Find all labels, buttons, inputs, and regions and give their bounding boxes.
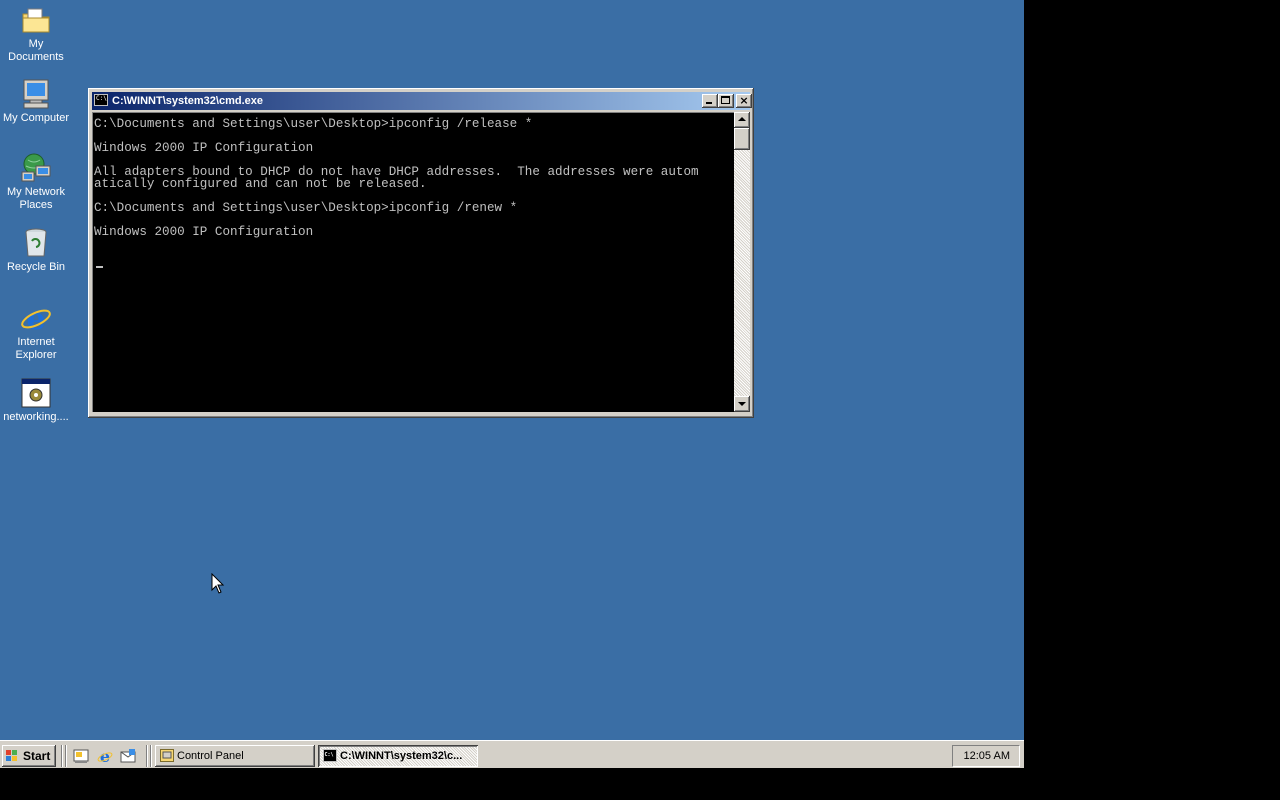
svg-text:e: e xyxy=(26,302,45,334)
scroll-up-button[interactable] xyxy=(734,112,750,128)
taskbar-button-cmd[interactable]: C:\ C:\WINNT\system32\c... xyxy=(318,745,478,767)
arrow-up-icon xyxy=(738,117,746,121)
arrow-down-icon xyxy=(738,402,746,406)
vertical-scrollbar[interactable] xyxy=(734,112,750,412)
desktop-icon-networking[interactable]: networking.... xyxy=(0,377,72,424)
close-button[interactable]: × xyxy=(736,94,752,108)
desktop-icon-my-computer[interactable]: My Computer xyxy=(0,78,72,125)
cmd-window[interactable]: C:\ C:\WINNT\system32\cmd.exe × C:\Docum… xyxy=(88,88,754,418)
close-icon: × xyxy=(739,94,749,107)
desktop-icon-label: My Network Places xyxy=(6,186,66,211)
maximize-icon xyxy=(721,96,730,104)
cmd-app-icon: C:\ xyxy=(323,749,337,762)
minimize-icon xyxy=(706,102,712,104)
windows-logo-icon xyxy=(6,750,18,761)
shortcut-settings-icon xyxy=(20,377,52,409)
scroll-thumb[interactable] xyxy=(734,128,750,150)
desktop[interactable]: My Documents My Computer My Network Plac… xyxy=(0,0,1024,740)
taskbar-separator xyxy=(65,745,67,767)
taskbar-separator xyxy=(150,745,152,767)
taskbar-button-control-panel[interactable]: Control Panel xyxy=(155,745,315,767)
computer-icon xyxy=(20,78,52,110)
desktop-icon-label: My Documents xyxy=(8,38,64,63)
clock[interactable]: 12:05 AM xyxy=(964,749,1010,763)
task-label: Control Panel xyxy=(177,750,244,762)
desktop-icon-internet-explorer[interactable]: e Internet Explorer xyxy=(0,302,72,362)
show-desktop-icon[interactable] xyxy=(73,748,89,764)
taskbar-separator xyxy=(61,745,63,767)
system-tray: 12:05 AM xyxy=(952,745,1020,767)
desktop-icon-label: networking.... xyxy=(3,411,69,423)
outlook-express-icon[interactable] xyxy=(120,748,136,764)
desktop-icon-my-documents[interactable]: My Documents xyxy=(0,4,72,64)
maximize-button[interactable] xyxy=(718,94,734,108)
taskbar-separator xyxy=(146,745,148,767)
console-output[interactable]: C:\Documents and Settings\user\Desktop>i… xyxy=(92,112,734,412)
task-label: C:\WINNT\system32\c... xyxy=(340,750,463,762)
console-text: C:\Documents and Settings\user\Desktop>i… xyxy=(94,117,699,239)
folder-documents-icon xyxy=(20,4,52,36)
mouse-pointer-icon xyxy=(211,573,225,594)
internet-explorer-icon: e xyxy=(20,302,52,337)
start-button[interactable]: Start xyxy=(2,745,56,767)
desktop-icon-label: Internet Explorer xyxy=(15,336,57,361)
control-panel-icon xyxy=(160,749,174,762)
text-cursor xyxy=(96,266,103,268)
minimize-button[interactable] xyxy=(702,94,718,108)
window-title: C:\WINNT\system32\cmd.exe xyxy=(112,95,263,107)
network-places-icon xyxy=(20,152,52,184)
desktop-icon-my-network-places[interactable]: My Network Places xyxy=(0,152,72,212)
internet-explorer-icon[interactable]: e xyxy=(97,748,113,764)
desktop-icon-recycle-bin[interactable]: Recycle Bin xyxy=(0,227,72,274)
recycle-bin-icon xyxy=(20,227,52,259)
desktop-icon-label: My Computer xyxy=(2,112,70,124)
taskbar: Start e Control Panel C:\ C:\WINNT\syste… xyxy=(0,740,1024,768)
scroll-down-button[interactable] xyxy=(734,396,750,412)
cmd-app-icon[interactable]: C:\ xyxy=(94,94,108,106)
desktop-icon-label: Recycle Bin xyxy=(6,261,66,273)
start-label: Start xyxy=(23,749,51,763)
svg-text:C:\: C:\ xyxy=(325,752,334,758)
window-titlebar[interactable]: C:\ C:\WINNT\system32\cmd.exe × xyxy=(92,92,752,110)
